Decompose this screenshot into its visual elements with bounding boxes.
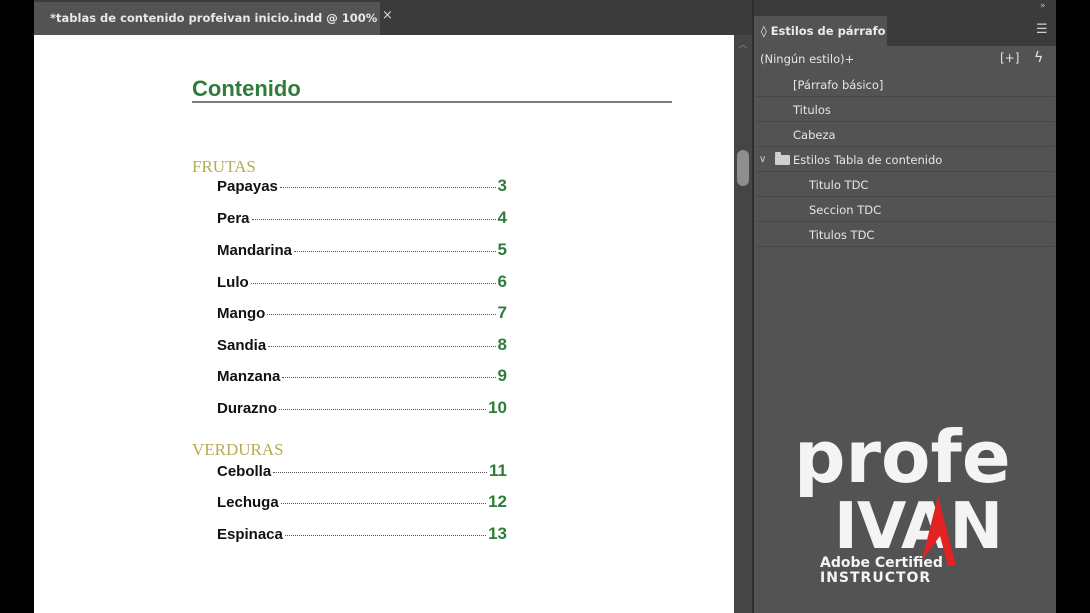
toc-entry-page-number: 8	[497, 335, 507, 354]
vertical-scrollbar[interactable]	[734, 35, 752, 613]
toc-entry[interactable]: Pera 4	[217, 208, 507, 228]
toc-entry[interactable]: Manzana 9	[217, 366, 507, 386]
toc-entry[interactable]: Papayas 3	[217, 176, 507, 196]
style-item-label: [Párrafo básico]	[793, 78, 884, 92]
toc-entry-page-number: 10	[488, 398, 507, 417]
letterbox-left	[0, 0, 34, 613]
style-item-label: Seccion TDC	[809, 203, 882, 217]
toc-entry-page-number: 12	[488, 492, 507, 511]
toc-entry-page-number: 11	[489, 461, 507, 480]
toc-entry-name: Manzana	[217, 368, 281, 385]
style-item-label: Cabeza	[793, 128, 836, 142]
toc-dot-leader	[268, 346, 496, 347]
style-item-label: Titulos	[793, 103, 831, 117]
style-item-parrafo-basico[interactable]: [Párrafo básico]	[756, 73, 1054, 97]
toc-entry-name: Lulo	[217, 274, 249, 291]
scroll-up-icon[interactable]: ︿	[738, 36, 748, 51]
toc-entry-name: Cebolla	[217, 463, 272, 480]
chevron-down-icon[interactable]: ∨	[759, 148, 766, 172]
toc-entry-name: Papayas	[217, 178, 278, 195]
style-item-label: Titulos TDC	[809, 228, 875, 242]
toc-entry-page-number: 9	[497, 366, 507, 385]
toc-title[interactable]: Contenido	[192, 76, 301, 102]
lightning-icon[interactable]: ϟ	[1034, 50, 1043, 66]
toc-entry[interactable]: Espinaca 13	[217, 524, 507, 544]
style-item-seccion-tdc[interactable]: Seccion TDC	[756, 198, 1054, 222]
toc-entry-name: Espinaca	[217, 526, 283, 543]
tab-paragraph-styles[interactable]: ◊ Estilos de párrafo	[754, 16, 887, 46]
logo-text-instructor: INSTRUCTOR	[820, 570, 931, 586]
toc-entry[interactable]: Durazno 10	[217, 398, 507, 418]
scrollbar-thumb[interactable]	[737, 150, 749, 186]
panel-tab-label: Estilos de párrafo	[770, 24, 886, 38]
document-tab-bar: *tablas de contenido profeivan inicio.in…	[34, 0, 752, 35]
toc-entry-page-number: 13	[488, 524, 507, 543]
logo-text-profe: profe	[794, 415, 1011, 499]
style-item-titulo-tdc[interactable]: Titulo TDC	[756, 173, 1054, 197]
toc-entry[interactable]: Lechuga 12	[217, 492, 507, 512]
document-tab[interactable]: *tablas de contenido profeivan inicio.in…	[34, 2, 380, 35]
toc-entry[interactable]: Lulo 6	[217, 272, 507, 292]
toc-entry[interactable]: Cebolla 11	[217, 461, 507, 481]
letterbox-right	[1056, 0, 1090, 613]
toc-entry-name: Pera	[217, 210, 250, 227]
logo-text-ivan: IVAN	[834, 490, 1002, 564]
toc-entry-name: Durazno	[217, 400, 277, 417]
toc-dot-leader	[284, 535, 487, 536]
double-chevron-icon[interactable]: »	[1040, 1, 1046, 11]
toc-entry-page-number: 4	[497, 208, 507, 227]
toc-entry-page-number: 6	[497, 272, 507, 291]
toc-entry[interactable]: Mandarina 5	[217, 240, 507, 260]
style-group-tdc[interactable]: ∨ Estilos Tabla de contenido	[756, 148, 1054, 172]
toc-dot-leader	[294, 251, 496, 252]
style-item-titulos[interactable]: Titulos	[756, 98, 1054, 122]
toc-dot-leader	[282, 377, 496, 378]
title-underline	[192, 101, 672, 103]
hamburger-icon[interactable]: ☰	[1036, 22, 1048, 37]
style-item-titulos-tdc[interactable]: Titulos TDC	[756, 223, 1054, 247]
profeivan-logo: profe IVAN Adobe Certified INSTRUCTOR	[794, 415, 1011, 586]
style-item-label: Titulo TDC	[809, 178, 869, 192]
toc-section-heading[interactable]: VERDURAS	[192, 440, 284, 460]
toc-dot-leader	[273, 472, 488, 473]
toc-entry-page-number: 7	[497, 303, 507, 322]
toc-entry-page-number: 3	[497, 176, 507, 195]
toc-entry-name: Mandarina	[217, 242, 293, 259]
document-tab-title: *tablas de contenido profeivan inicio.in…	[50, 11, 378, 25]
toc-dot-leader	[280, 503, 487, 504]
toc-entry-page-number: 5	[497, 240, 507, 259]
logo-text-certified: Adobe Certified	[820, 555, 943, 571]
toc-dot-leader	[250, 283, 496, 284]
toc-dot-leader	[279, 409, 487, 410]
toc-entry-name: Mango	[217, 305, 266, 322]
toc-dot-leader	[251, 219, 496, 220]
style-item-cabeza[interactable]: Cabeza	[756, 123, 1054, 147]
toc-dot-leader	[267, 314, 496, 315]
toc-entry[interactable]: Sandia 8	[217, 335, 507, 355]
current-style-label: (Ningún estilo)+	[760, 52, 855, 66]
panel-dock-header	[754, 0, 1056, 15]
toc-section-heading[interactable]: FRUTAS	[192, 157, 256, 177]
style-group-label: Estilos Tabla de contenido	[793, 153, 943, 167]
toc-dot-leader	[279, 187, 496, 188]
close-tab-icon[interactable]: ×	[382, 8, 393, 23]
tab-toggle-icon: ◊	[761, 24, 767, 38]
new-style-button[interactable]: [+]	[1000, 51, 1019, 65]
toc-entry-name: Lechuga	[217, 494, 279, 511]
folder-icon	[775, 152, 790, 165]
toc-entry[interactable]: Mango 7	[217, 303, 507, 323]
toc-entry-name: Sandia	[217, 337, 267, 354]
